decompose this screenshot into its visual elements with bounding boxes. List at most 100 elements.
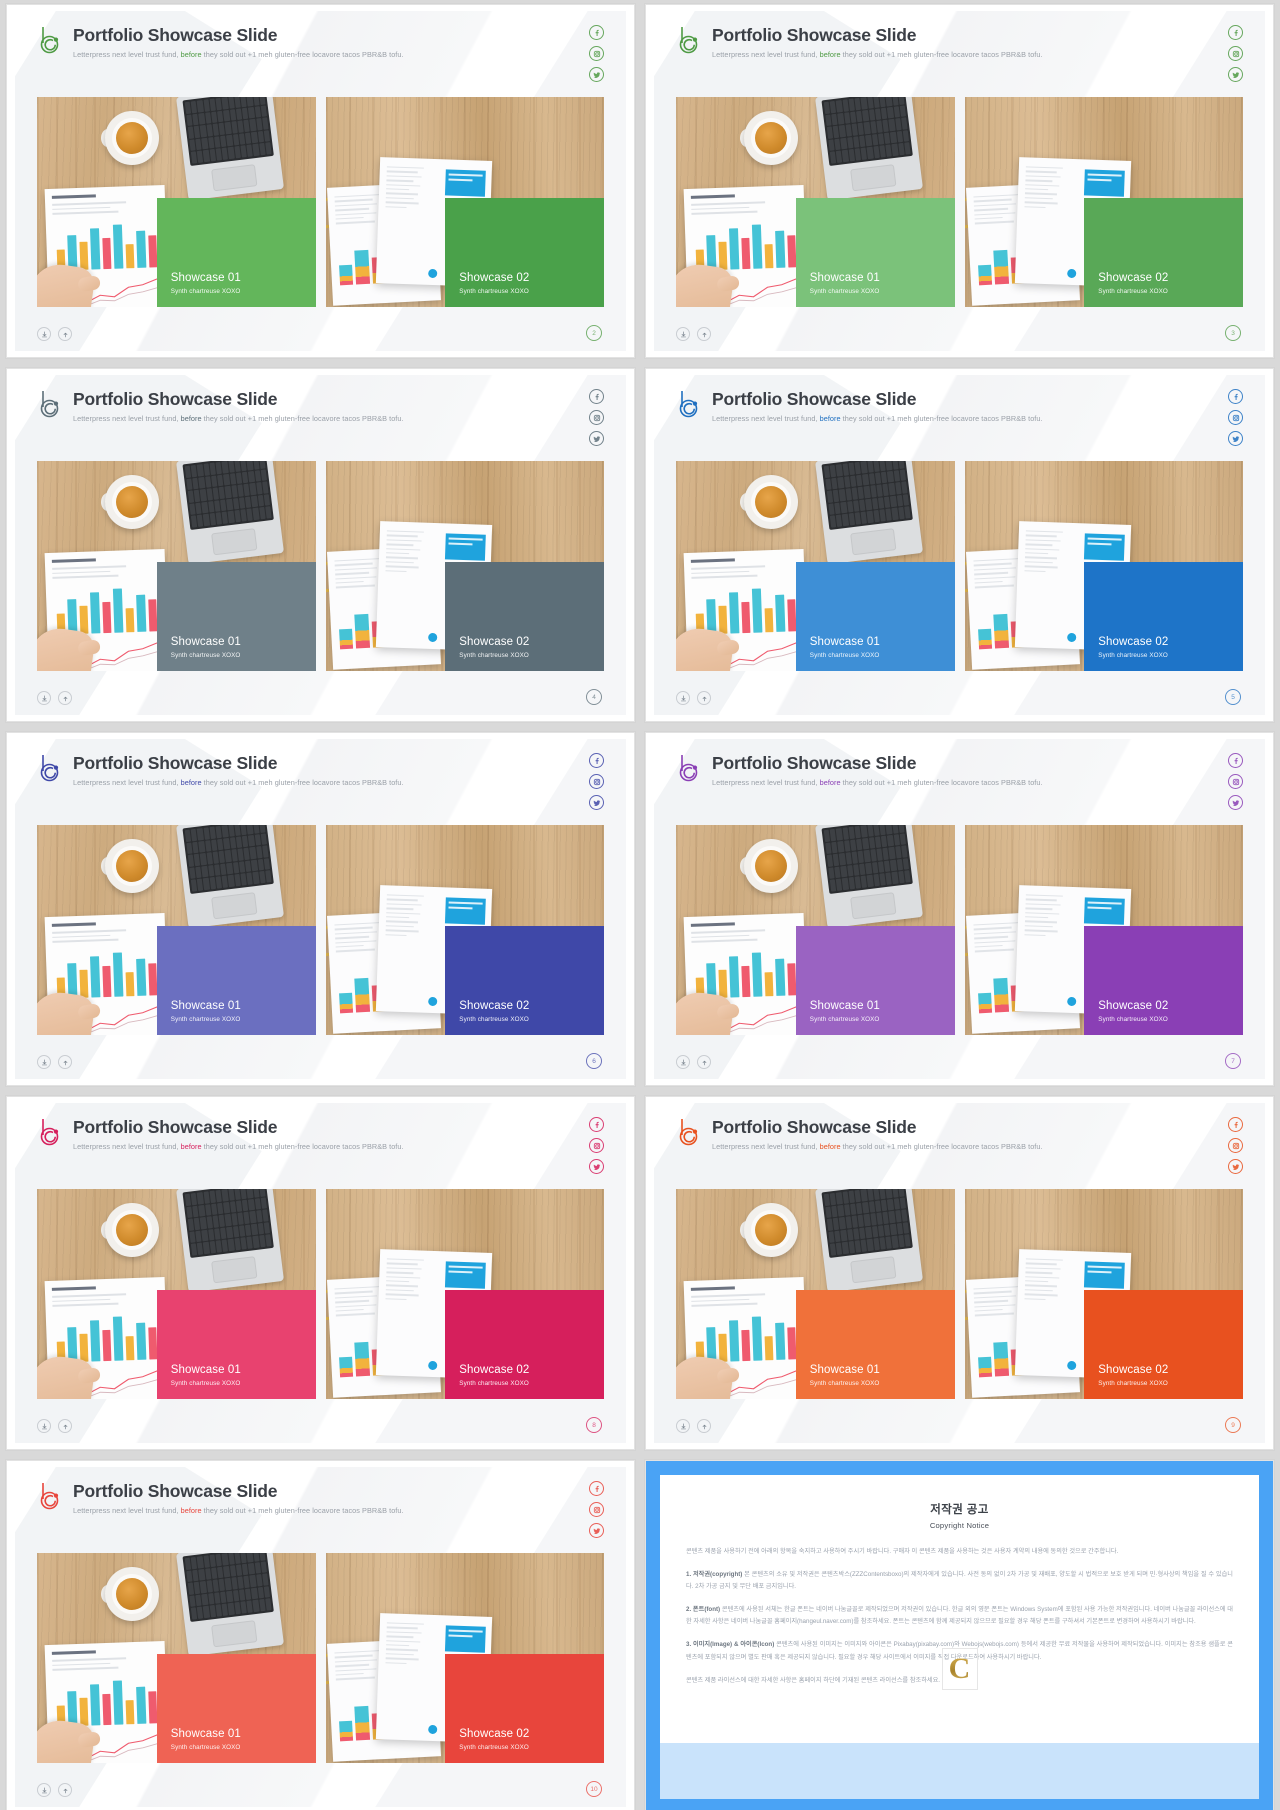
twitter-icon[interactable]: [589, 795, 604, 810]
showcase-image-right[interactable]: Showcase 02 Synth chartreuse XOXO: [325, 1189, 604, 1399]
showcase-image-left[interactable]: Showcase 01 Synth chartreuse XOXO: [676, 461, 955, 671]
showcase-image-left[interactable]: Showcase 01 Synth chartreuse XOXO: [676, 1189, 955, 1399]
download-button[interactable]: [37, 1419, 51, 1433]
instagram-icon[interactable]: [1228, 410, 1243, 425]
social-links[interactable]: [589, 1481, 604, 1538]
slide-footer-actions[interactable]: [37, 327, 72, 341]
slide-card-5[interactable]: Portfolio Showcase Slide Letterpress nex…: [645, 368, 1274, 722]
slide-card-6[interactable]: Portfolio Showcase Slide Letterpress nex…: [6, 732, 635, 1086]
page-number-badge: 3: [1225, 325, 1241, 341]
twitter-icon[interactable]: [1228, 795, 1243, 810]
social-links[interactable]: [1228, 25, 1243, 82]
showcase-image-right[interactable]: Showcase 02 Synth chartreuse XOXO: [325, 825, 604, 1035]
slide-footer-actions[interactable]: [37, 1055, 72, 1069]
slide-footer-actions[interactable]: [37, 1783, 72, 1797]
showcase-image-right[interactable]: Showcase 02 Synth chartreuse XOXO: [964, 825, 1243, 1035]
showcase-image-right[interactable]: Showcase 02 Synth chartreuse XOXO: [325, 97, 604, 307]
download-button[interactable]: [37, 1783, 51, 1797]
upload-button[interactable]: [697, 327, 711, 341]
showcase-image-right[interactable]: Showcase 02 Synth chartreuse XOXO: [325, 461, 604, 671]
instagram-icon[interactable]: [1228, 1138, 1243, 1153]
social-links[interactable]: [1228, 753, 1243, 810]
twitter-icon[interactable]: [589, 1159, 604, 1174]
instagram-icon[interactable]: [589, 1502, 604, 1517]
slide-card-7[interactable]: Portfolio Showcase Slide Letterpress nex…: [645, 732, 1274, 1086]
slide-footer-actions[interactable]: [37, 1419, 72, 1433]
twitter-icon[interactable]: [1228, 1159, 1243, 1174]
brand-logo-icon: [676, 26, 702, 56]
download-button[interactable]: [676, 691, 690, 705]
twitter-icon[interactable]: [589, 431, 604, 446]
social-links[interactable]: [1228, 1117, 1243, 1174]
showcase-image-right[interactable]: Showcase 02 Synth chartreuse XOXO: [964, 97, 1243, 307]
social-links[interactable]: [1228, 389, 1243, 446]
slide-card-8[interactable]: Portfolio Showcase Slide Letterpress nex…: [6, 1096, 635, 1450]
slide-footer-actions[interactable]: [676, 1055, 711, 1069]
download-button[interactable]: [676, 327, 690, 341]
twitter-icon[interactable]: [589, 1523, 604, 1538]
slide-footer-actions[interactable]: [676, 691, 711, 705]
facebook-icon[interactable]: [1228, 25, 1243, 40]
facebook-icon[interactable]: [1228, 1117, 1243, 1132]
download-button[interactable]: [37, 691, 51, 705]
document-badge: [444, 1261, 486, 1289]
brand-logo-icon: [37, 26, 63, 56]
social-links[interactable]: [589, 389, 604, 446]
facebook-icon[interactable]: [589, 25, 604, 40]
social-links[interactable]: [589, 753, 604, 810]
facebook-icon[interactable]: [1228, 389, 1243, 404]
showcase-image-left[interactable]: Showcase 01 Synth chartreuse XOXO: [37, 97, 316, 307]
facebook-icon[interactable]: [1228, 753, 1243, 768]
slide-footer-actions[interactable]: [676, 327, 711, 341]
showcase-two-title: Showcase 02: [459, 635, 530, 648]
slide-card-2[interactable]: Portfolio Showcase Slide Letterpress nex…: [6, 4, 635, 358]
upload-button[interactable]: [58, 691, 72, 705]
slide-card-9[interactable]: Portfolio Showcase Slide Letterpress nex…: [645, 1096, 1274, 1450]
download-button[interactable]: [37, 327, 51, 341]
slide-card-3[interactable]: Portfolio Showcase Slide Letterpress nex…: [645, 4, 1274, 358]
page-title: Portfolio Showcase Slide: [712, 25, 917, 45]
slide-footer-actions[interactable]: [37, 691, 72, 705]
showcase-image-left[interactable]: Showcase 01 Synth chartreuse XOXO: [37, 825, 316, 1035]
facebook-icon[interactable]: [589, 389, 604, 404]
social-links[interactable]: [589, 25, 604, 82]
instagram-icon[interactable]: [1228, 774, 1243, 789]
twitter-icon[interactable]: [1228, 67, 1243, 82]
showcase-image-left[interactable]: Showcase 01 Synth chartreuse XOXO: [676, 825, 955, 1035]
twitter-icon[interactable]: [1228, 431, 1243, 446]
facebook-icon[interactable]: [589, 1117, 604, 1132]
facebook-icon[interactable]: [589, 753, 604, 768]
showcase-image-right[interactable]: Showcase 02 Synth chartreuse XOXO: [964, 1189, 1243, 1399]
showcase-image-right[interactable]: Showcase 02 Synth chartreuse XOXO: [964, 461, 1243, 671]
showcase-one-overlay: Showcase 01 Synth chartreuse XOXO: [156, 925, 316, 1035]
instagram-icon[interactable]: [589, 774, 604, 789]
upload-button[interactable]: [58, 1783, 72, 1797]
social-links[interactable]: [589, 1117, 604, 1174]
upload-button[interactable]: [58, 1055, 72, 1069]
instagram-icon[interactable]: [589, 410, 604, 425]
download-button[interactable]: [37, 1055, 51, 1069]
upload-button[interactable]: [58, 327, 72, 341]
upload-button[interactable]: [697, 1419, 711, 1433]
slide-card-4[interactable]: Portfolio Showcase Slide Letterpress nex…: [6, 368, 635, 722]
showcase-one-title: Showcase 01: [170, 635, 241, 648]
showcase-image-left[interactable]: Showcase 01 Synth chartreuse XOXO: [37, 1189, 316, 1399]
slide-card-10[interactable]: Portfolio Showcase Slide Letterpress nex…: [6, 1460, 635, 1810]
instagram-icon[interactable]: [589, 46, 604, 61]
instagram-icon[interactable]: [589, 1138, 604, 1153]
showcase-image-left[interactable]: Showcase 01 Synth chartreuse XOXO: [37, 461, 316, 671]
twitter-icon[interactable]: [589, 67, 604, 82]
instagram-icon[interactable]: [1228, 46, 1243, 61]
facebook-icon[interactable]: [589, 1481, 604, 1496]
showcase-two-overlay: Showcase 02 Synth chartreuse XOXO: [1084, 197, 1243, 307]
slide-footer-actions[interactable]: [676, 1419, 711, 1433]
upload-button[interactable]: [697, 691, 711, 705]
upload-button[interactable]: [58, 1419, 72, 1433]
showcase-image-left[interactable]: Showcase 01 Synth chartreuse XOXO: [676, 97, 955, 307]
download-button[interactable]: [676, 1055, 690, 1069]
showcase-one-subtitle: Synth chartreuse XOXO: [170, 1744, 241, 1751]
showcase-image-left[interactable]: Showcase 01 Synth chartreuse XOXO: [37, 1553, 316, 1763]
showcase-image-right[interactable]: Showcase 02 Synth chartreuse XOXO: [325, 1553, 604, 1763]
upload-button[interactable]: [697, 1055, 711, 1069]
download-button[interactable]: [676, 1419, 690, 1433]
